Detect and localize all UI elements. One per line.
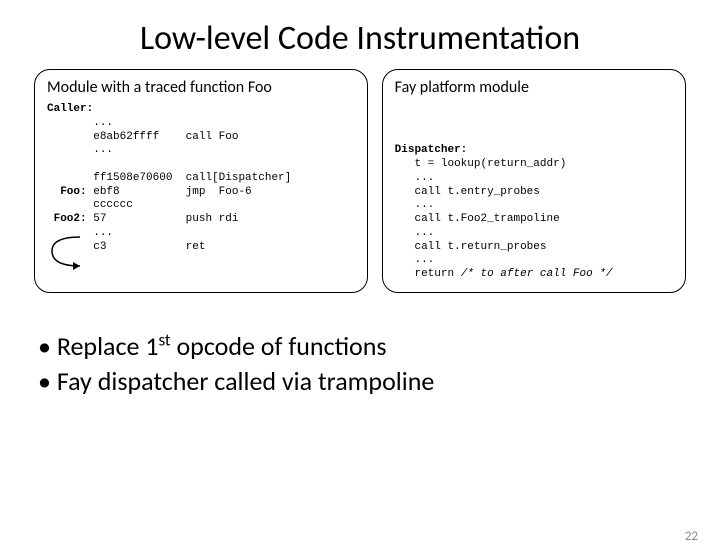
caller-dots1: ...: [93, 117, 113, 129]
foo2-l3-instr: ret: [186, 241, 206, 253]
slide-title: Low-level Code Instrumentation: [0, 18, 720, 59]
bullet1-sup: st: [159, 329, 171, 350]
foo-l1-hex: ff1508e70600: [93, 172, 172, 184]
right-panel: Fay platform module Dispatcher: t = look…: [382, 69, 686, 293]
disp-l6: ...: [414, 227, 434, 239]
disp-l5: call t.Foo2_trampoline: [414, 213, 559, 225]
caller-label: Caller:: [47, 103, 93, 115]
foo-l2-hex: ebf8: [93, 186, 119, 198]
caller-instr: call Foo: [186, 131, 239, 143]
foo2-l1-instr: push rdi: [186, 213, 239, 225]
foo2-dots: ...: [93, 227, 113, 239]
foo-l3-hex: cccccc: [93, 199, 133, 211]
foo2-l3-hex: c3: [93, 241, 106, 253]
disp-l9b: /* to after call Foo */: [461, 268, 613, 280]
bullets: • Replace 1st opcode of functions • Fay …: [0, 329, 720, 399]
foo2-label: Foo2:: [54, 213, 87, 225]
bullet-1: • Replace 1st opcode of functions: [38, 329, 682, 364]
disp-l2: ...: [414, 172, 434, 184]
dispatcher-label: Dispatcher:: [395, 144, 468, 156]
bullet1-b: opcode of functions: [171, 330, 387, 362]
right-panel-title: Fay platform module: [395, 78, 673, 97]
disp-l7: call t.return_probes: [414, 241, 546, 253]
foo-label: Foo:: [60, 186, 86, 198]
dispatcher-block: Dispatcher: t = lookup(return_addr) ... …: [395, 103, 673, 282]
disp-l1: t = lookup(return_addr): [414, 158, 566, 170]
disp-l3: call t.entry_probes: [414, 186, 539, 198]
left-panel: Module with a traced function Foo Caller…: [34, 69, 368, 293]
disp-l9a: return: [414, 268, 454, 280]
foo2-l1-hex: 57: [93, 213, 106, 225]
caller-hex: e8ab62ffff: [93, 131, 159, 143]
panels-row: Module with a traced function Foo Caller…: [0, 69, 720, 293]
disp-l8: ...: [414, 254, 434, 266]
disp-l4: ...: [414, 199, 434, 211]
caller-dots2: ...: [93, 144, 113, 156]
foo-l1-instr: call[Dispatcher]: [186, 172, 292, 184]
caller-block: Caller: ... e8ab62ffff call Foo ... ff15…: [47, 103, 355, 254]
bullet1-a: • Replace 1: [38, 330, 159, 362]
foo-l2-instr: jmp Foo-6: [186, 186, 252, 198]
bullet-2: • Fay dispatcher called via trampoline: [38, 364, 682, 399]
page-number: 22: [685, 529, 698, 544]
left-panel-title: Module with a traced function Foo: [47, 78, 355, 97]
